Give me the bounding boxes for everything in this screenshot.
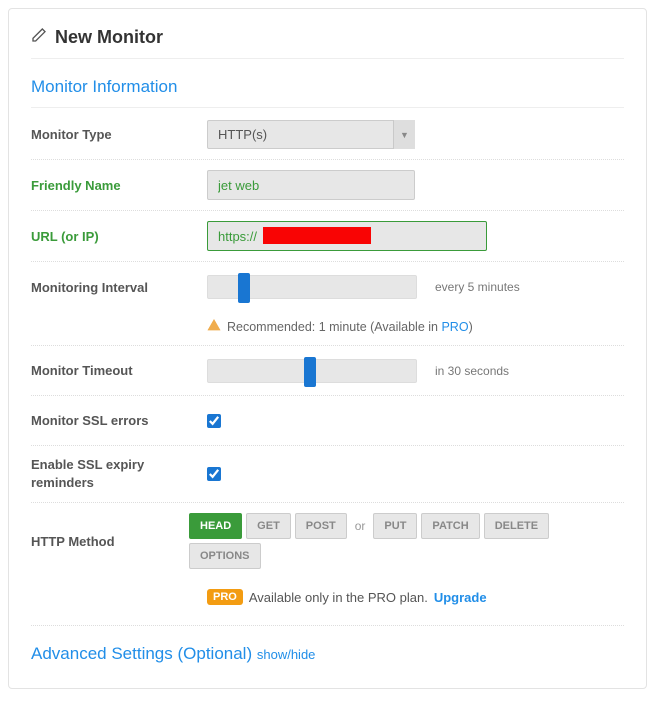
slider-handle[interactable]	[304, 357, 316, 387]
panel-title: New Monitor	[31, 27, 624, 59]
warning-icon	[207, 318, 221, 335]
pro-badge: PRO	[207, 589, 243, 605]
label-url: URL (or IP)	[31, 229, 207, 244]
method-or-sep: or	[351, 519, 370, 533]
timeout-display: in 30 seconds	[435, 364, 509, 378]
label-interval: Monitoring Interval	[31, 280, 207, 295]
row-http-method: HTTP Method HEADGETPOST orPUTPATCHDELETE O…	[31, 503, 624, 579]
recommend-text: Recommended: 1 minute (Available in	[227, 320, 441, 334]
chevron-down-icon: ▼	[393, 120, 415, 149]
interval-display: every 5 minutes	[435, 280, 520, 294]
label-friendly-name: Friendly Name	[31, 178, 207, 193]
advanced-title-text: Advanced Settings (Optional)	[31, 644, 252, 663]
label-ssl-expiry: Enable SSL expiry reminders	[31, 456, 207, 492]
pro-link[interactable]: PRO	[441, 320, 468, 334]
row-timeout: Monitor Timeout in 30 seconds	[31, 346, 624, 396]
edit-icon	[31, 27, 47, 48]
ssl-expiry-checkbox[interactable]	[207, 467, 221, 481]
http-method-put[interactable]: PUT	[373, 513, 417, 539]
monitor-type-value: HTTP(s)	[218, 127, 267, 142]
pro-text: Available only in the PRO plan.	[249, 590, 428, 605]
row-friendly-name: Friendly Name	[31, 160, 624, 211]
http-method-group: HEADGETPOST orPUTPATCHDELETE OPTIONS	[189, 513, 624, 569]
pro-notice: PRO Available only in the PRO plan. Upgr…	[31, 579, 624, 626]
http-method-patch[interactable]: PATCH	[421, 513, 479, 539]
panel-title-text: New Monitor	[55, 27, 163, 48]
row-url: URL (or IP)	[31, 211, 624, 262]
row-monitor-type: Monitor Type HTTP(s) ▼	[31, 110, 624, 160]
http-method-head[interactable]: HEAD	[189, 513, 242, 539]
interval-slider[interactable]	[207, 275, 417, 299]
label-ssl-errors: Monitor SSL errors	[31, 413, 207, 428]
new-monitor-panel: New Monitor Monitor Information Monitor …	[8, 8, 647, 689]
row-ssl-errors: Monitor SSL errors	[31, 396, 624, 446]
row-interval: Monitoring Interval every 5 minutes	[31, 262, 624, 312]
friendly-name-input[interactable]	[207, 170, 415, 200]
monitor-type-select[interactable]: HTTP(s) ▼	[207, 120, 415, 149]
label-monitor-type: Monitor Type	[31, 127, 207, 142]
http-method-get[interactable]: GET	[246, 513, 291, 539]
slider-handle[interactable]	[238, 273, 250, 303]
upgrade-link[interactable]: Upgrade	[434, 590, 487, 605]
label-http-method: HTTP Method	[31, 534, 189, 549]
redacted-block	[263, 227, 371, 244]
timeout-slider[interactable]	[207, 359, 417, 383]
interval-recommend: Recommended: 1 minute (Available in PRO)	[31, 312, 624, 346]
label-timeout: Monitor Timeout	[31, 363, 207, 378]
row-ssl-expiry: Enable SSL expiry reminders	[31, 446, 624, 503]
http-method-options[interactable]: OPTIONS	[189, 543, 261, 569]
advanced-settings-title: Advanced Settings (Optional) show/hide	[31, 644, 624, 664]
section-monitor-info: Monitor Information	[31, 77, 624, 108]
http-method-post[interactable]: POST	[295, 513, 347, 539]
recommend-after: )	[469, 320, 473, 334]
http-method-delete[interactable]: DELETE	[484, 513, 549, 539]
advanced-toggle[interactable]: show/hide	[257, 647, 316, 662]
ssl-errors-checkbox[interactable]	[207, 414, 221, 428]
